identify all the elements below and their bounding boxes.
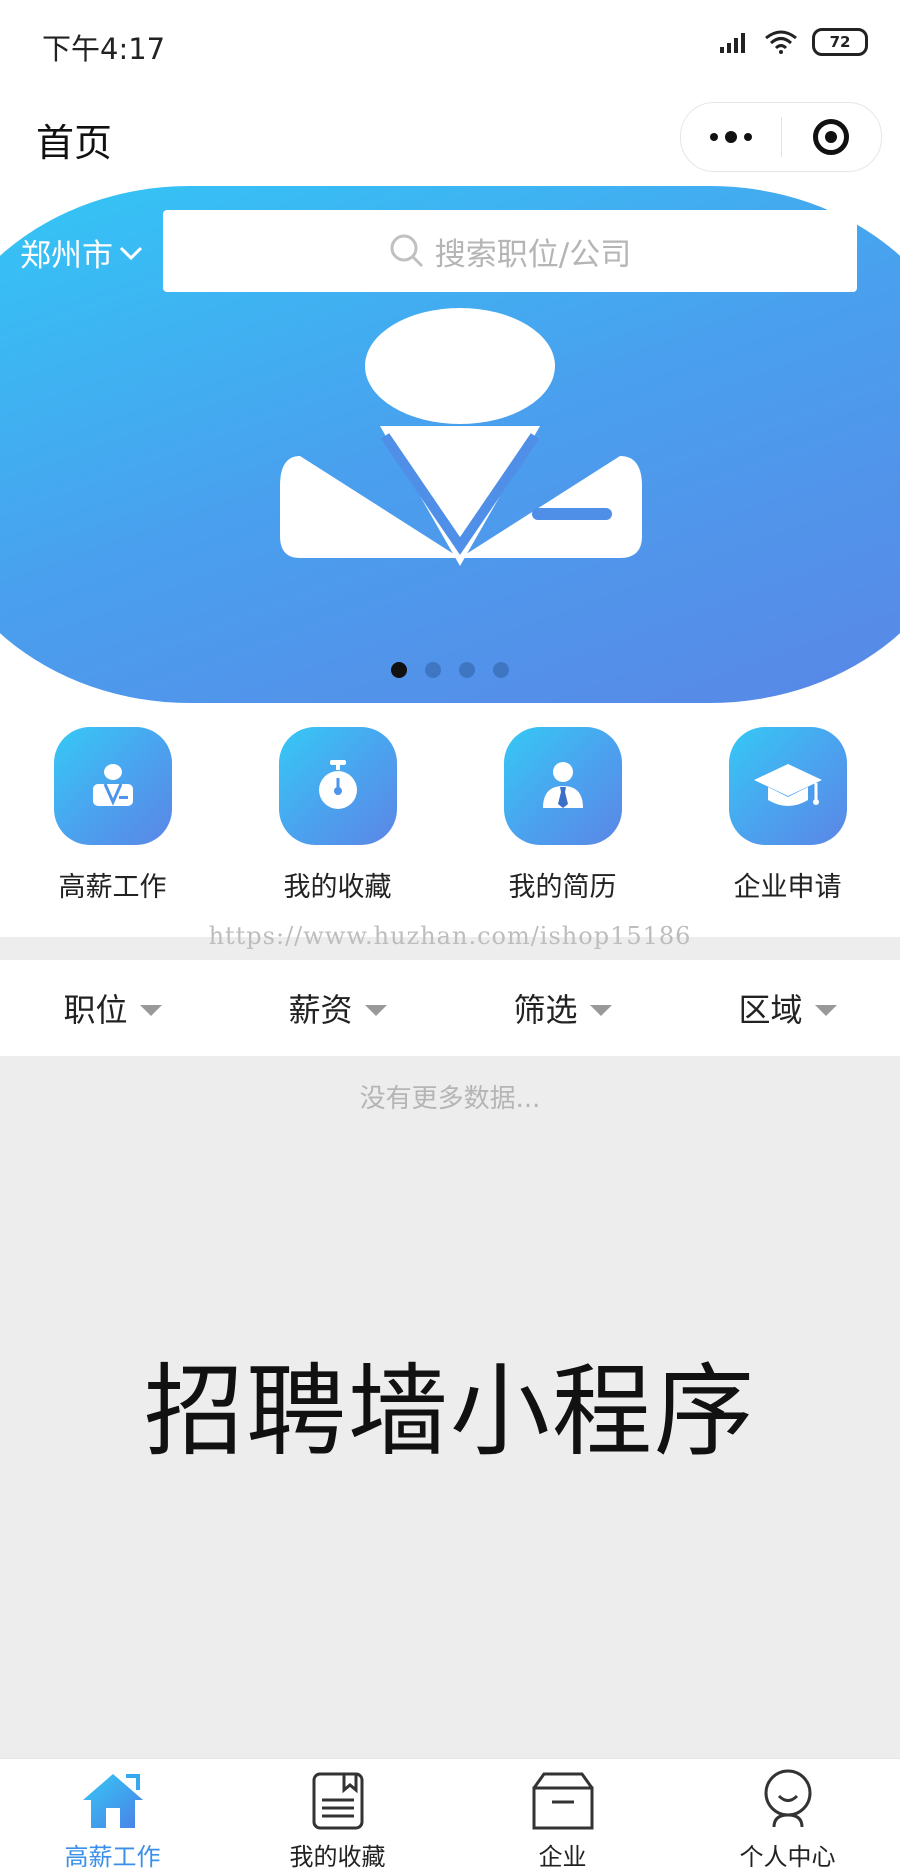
no-more-data-text: 没有更多数据... <box>359 1084 541 1114</box>
more-button[interactable] <box>681 103 781 171</box>
search-placeholder: 搜索职位/公司 <box>434 236 632 273</box>
carousel-dot[interactable] <box>425 662 441 678</box>
mini-program-capsule <box>680 102 882 172</box>
filter-label: 职位 <box>63 991 128 1029</box>
tab-bar: 高薪工作 我的收藏 企业 个人中心 <box>0 1758 900 1874</box>
filter-region[interactable]: 区域 <box>675 960 900 1056</box>
tab-label: 企业 <box>538 1843 587 1871</box>
app-headline: 招聘墙小程序 <box>144 1353 756 1470</box>
person-tie-icon <box>503 727 622 845</box>
box-icon <box>529 1769 597 1831</box>
filter-position[interactable]: 职位 <box>0 960 225 1056</box>
carousel-dot[interactable] <box>493 662 509 678</box>
chevron-down-icon <box>119 246 143 260</box>
status-time: 下午4:17 <box>42 32 166 66</box>
watermark-url: https://www.huzhan.com/ishop15186 <box>208 922 692 950</box>
filter-label: 薪资 <box>288 991 353 1029</box>
tab-label: 我的收藏 <box>289 1843 386 1871</box>
filter-more[interactable]: 筛选 <box>450 960 675 1056</box>
tab-company[interactable]: 企业 <box>450 1759 675 1874</box>
banner-carousel[interactable]: 郑州市 搜索职位/公司 <box>0 186 900 703</box>
search-icon <box>390 234 423 268</box>
city-label: 郑州市 <box>20 238 113 274</box>
close-mini-program-button[interactable] <box>782 103 882 171</box>
quick-menu: 高薪工作 我的收藏 我的简历 企业申请 <box>0 703 900 937</box>
signal-icon <box>720 33 745 53</box>
filter-label: 筛选 <box>513 991 578 1029</box>
menu-item-favorites[interactable]: 我的收藏 <box>225 703 450 937</box>
stopwatch-icon <box>278 727 397 845</box>
caret-down-icon <box>814 1004 837 1016</box>
target-icon <box>813 119 850 155</box>
caret-down-icon <box>364 1004 387 1016</box>
caret-down-icon <box>589 1004 612 1016</box>
page-title: 首页 <box>36 121 113 165</box>
filter-label: 区域 <box>738 991 803 1029</box>
tab-label: 个人中心 <box>739 1843 836 1871</box>
filter-salary[interactable]: 薪资 <box>225 960 450 1056</box>
filter-bar: 职位 薪资 筛选 区域 <box>0 960 900 1056</box>
tab-profile[interactable]: 个人中心 <box>675 1759 900 1874</box>
battery-icon: 72 <box>812 28 868 56</box>
carousel-dot[interactable] <box>391 662 407 678</box>
home-icon <box>79 1769 147 1831</box>
status-bar: 下午4:17 72 <box>0 0 900 90</box>
wifi-icon <box>765 30 797 54</box>
city-selector[interactable]: 郑州市 <box>20 230 143 275</box>
tab-high-salary[interactable]: 高薪工作 <box>0 1759 225 1874</box>
menu-item-high-salary[interactable]: 高薪工作 <box>0 703 225 937</box>
search-input[interactable]: 搜索职位/公司 <box>163 210 857 292</box>
graduation-cap-icon <box>728 727 847 845</box>
businessman-icon <box>53 727 172 845</box>
nav-bar: 首页 <box>0 90 900 186</box>
tab-label: 高薪工作 <box>64 1843 161 1871</box>
menu-label: 我的收藏 <box>283 872 392 903</box>
menu-item-company-apply[interactable]: 企业申请 <box>675 703 900 937</box>
tab-favorites[interactable]: 我的收藏 <box>225 1759 450 1874</box>
menu-item-resume[interactable]: 我的简历 <box>450 703 675 937</box>
menu-label: 高薪工作 <box>58 872 167 903</box>
more-dots-icon <box>709 131 752 143</box>
carousel-indicators <box>0 662 900 678</box>
carousel-dot[interactable] <box>459 662 475 678</box>
menu-label: 我的简历 <box>508 872 617 903</box>
status-icons: 72 <box>720 28 868 56</box>
caret-down-icon <box>139 1004 162 1016</box>
user-icon <box>754 1769 822 1831</box>
bookmark-book-icon <box>304 1769 372 1831</box>
menu-label: 企业申请 <box>733 872 842 903</box>
